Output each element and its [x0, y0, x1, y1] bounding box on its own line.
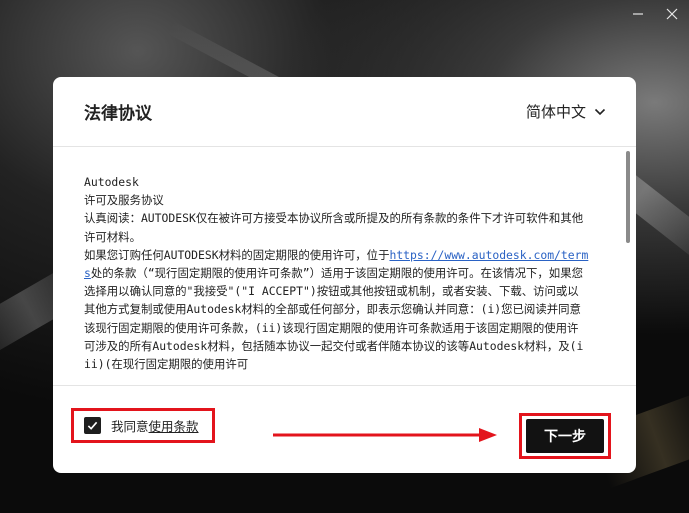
language-dropdown[interactable]: 简体中文: [526, 101, 606, 122]
license-scrollbar[interactable]: [626, 151, 632, 383]
dialog-title: 法律协议: [84, 104, 152, 124]
window-controls: [621, 0, 689, 28]
minimize-icon: [633, 13, 643, 15]
arrow-annotation-icon: [273, 428, 497, 442]
close-icon: [666, 8, 678, 20]
terms-of-use-link[interactable]: 使用条款: [149, 419, 199, 434]
legal-agreement-dialog: 法律协议 简体中文 Autodesk 许可及服务协议 认真阅读：AUTODESK…: [53, 77, 636, 473]
license-line: 认真阅读：AUTODESK仅在被许可方接受本协议所含或所提及的所有条款的条件下才…: [84, 211, 584, 244]
minimize-button[interactable]: [621, 0, 655, 28]
language-label: 简体中文: [525, 103, 586, 121]
license-line: 处的条款（“现行固定期限的使用许可条款”）适用于该固定期限的使用许可。在该情况下…: [84, 266, 584, 372]
agree-prefix: 我同意: [111, 419, 149, 434]
next-button-highlight: 下一步: [519, 413, 611, 459]
next-button[interactable]: 下一步: [526, 419, 604, 453]
close-button[interactable]: [655, 0, 689, 28]
agree-label: 我同意使用条款: [111, 416, 199, 435]
license-line: 许可及服务协议: [84, 193, 164, 208]
scrollbar-thumb[interactable]: [626, 151, 630, 243]
license-line: Autodesk: [84, 175, 139, 189]
license-text: Autodesk 许可及服务协议 认真阅读：AUTODESK仅在被许可方接受本协…: [84, 173, 589, 385]
checkmark-icon: [87, 421, 98, 430]
chevron-down-icon: [594, 108, 606, 115]
agree-checkbox-group[interactable]: 我同意使用条款: [71, 408, 215, 443]
divider: [53, 146, 636, 147]
agree-checkbox[interactable]: [84, 417, 101, 434]
divider: [53, 385, 636, 386]
license-line: 如果您订购任何AUTODESK材料的固定期限的使用许可，位于: [84, 247, 390, 262]
